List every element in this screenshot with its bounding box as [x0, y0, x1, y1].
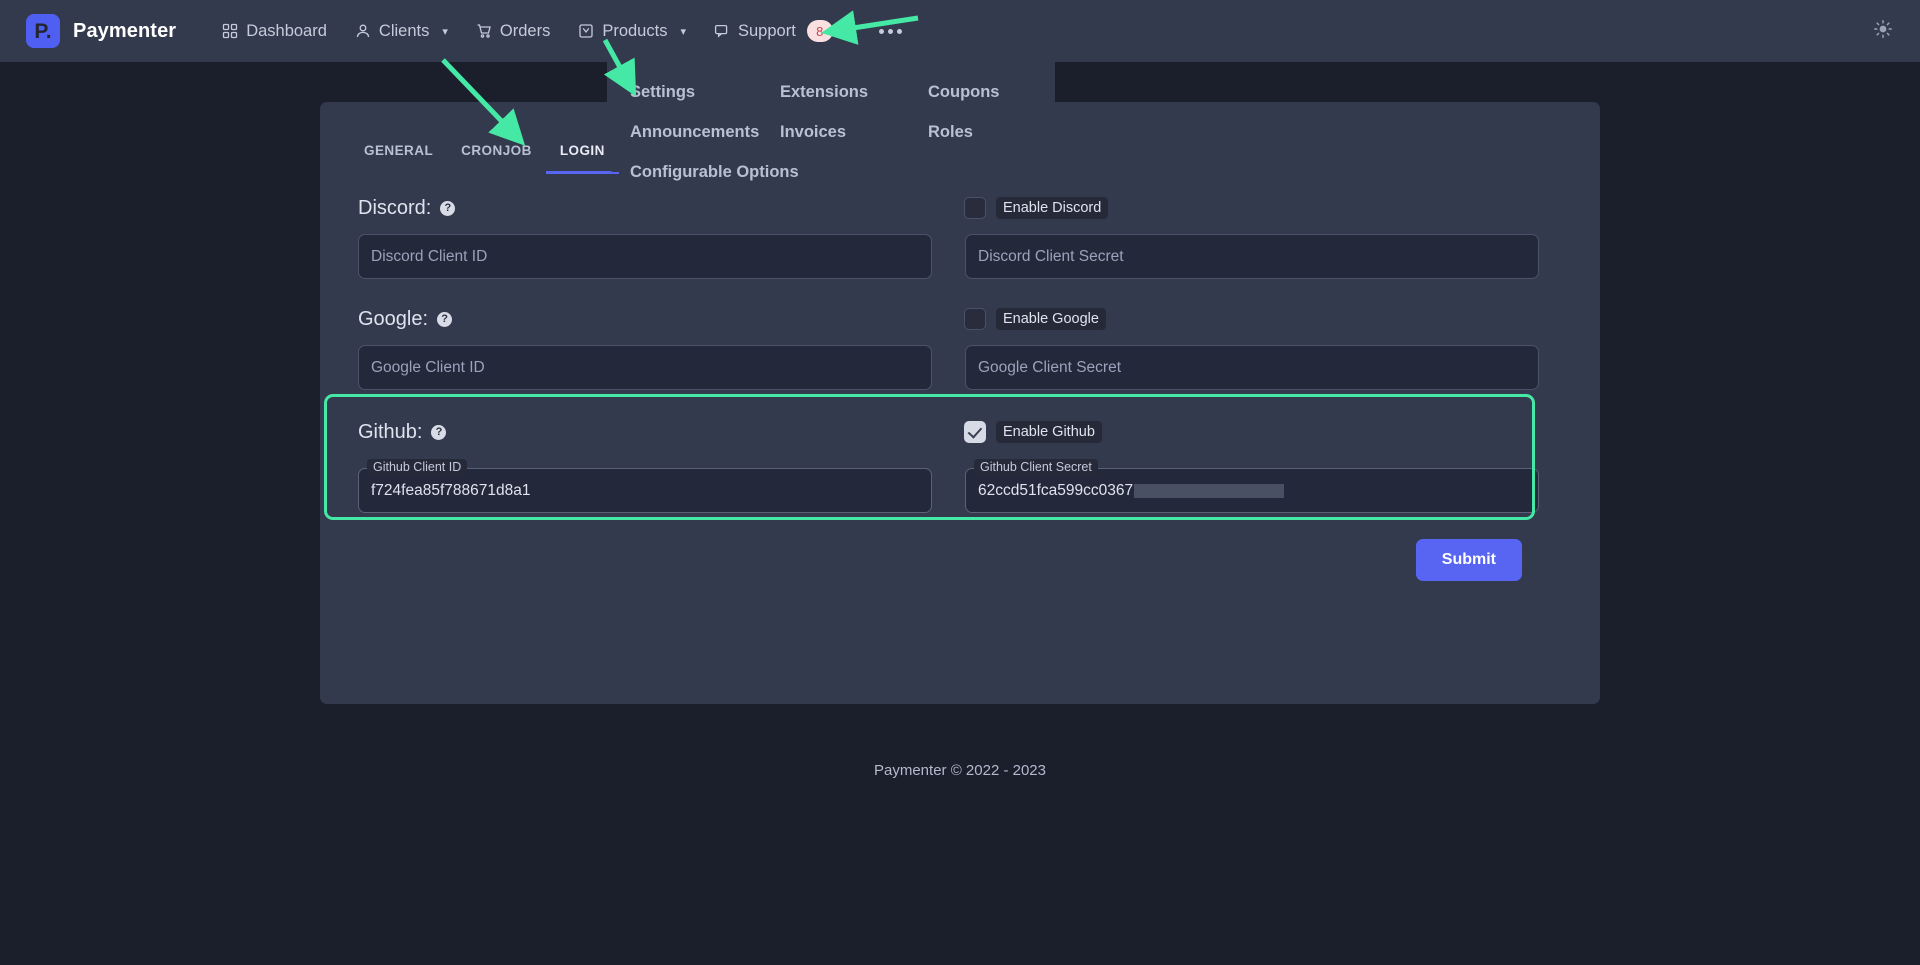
enable-google-checkbox[interactable]	[964, 308, 986, 330]
google-client-id-input[interactable]: Google Client ID	[358, 345, 932, 390]
enable-google-label: Enable Google	[996, 308, 1106, 330]
user-icon	[355, 23, 371, 39]
enable-discord-control[interactable]: Enable Discord	[964, 197, 1109, 219]
brand-name: Paymenter	[73, 19, 177, 42]
settings-card: GENERAL CRONJOB LOGIN MAIL Discord: ? En…	[320, 102, 1600, 704]
menu-item-configurable-options[interactable]: Configurable Options	[621, 152, 919, 192]
submit-row: Submit	[358, 513, 1562, 581]
google-inputs-row: Google Client ID Google Client Secret	[358, 345, 1562, 390]
more-menu-button[interactable]	[865, 0, 916, 62]
page-body: GENERAL CRONJOB LOGIN MAIL Discord: ? En…	[0, 62, 1920, 965]
discord-client-secret-field: Discord Client Secret	[965, 234, 1539, 279]
google-title: Google: ?	[358, 308, 964, 331]
discord-section: Discord: ? Enable Discord Discord Client…	[358, 184, 1562, 279]
enable-google-control[interactable]: Enable Google	[964, 308, 1106, 330]
github-inputs-row: Github Client ID f724fea85f788671d8a1 Gi…	[358, 459, 1562, 513]
nav-item-clients[interactable]: Clients ▾	[341, 0, 462, 62]
dot-icon	[888, 28, 894, 34]
discord-client-id-input[interactable]: Discord Client ID	[358, 234, 932, 279]
dot-icon	[879, 28, 885, 34]
chat-icon	[714, 23, 730, 39]
google-header-row: Google: ? Enable Google	[358, 295, 1562, 343]
redaction-block	[1134, 483, 1285, 498]
discord-title-label: Discord:	[358, 196, 432, 219]
github-title: Github: ?	[358, 421, 964, 444]
github-client-secret-legend: Github Client Secret	[974, 459, 1098, 475]
cart-icon	[476, 23, 492, 39]
sun-icon	[1873, 19, 1893, 44]
question-icon[interactable]: ?	[440, 200, 456, 216]
discord-header-row: Discord: ? Enable Discord	[358, 184, 1562, 232]
enable-github-control[interactable]: Enable Github	[964, 421, 1102, 443]
nav-item-dashboard[interactable]: Dashboard	[208, 0, 341, 62]
menu-item-roles[interactable]: Roles	[919, 112, 1055, 152]
chevron-down-icon: ▾	[680, 25, 686, 38]
discord-client-id-field: Discord Client ID	[358, 234, 932, 279]
nav-items: Dashboard Clients ▾ Orders Products ▾ Su…	[208, 0, 916, 62]
github-header-row: Github: ? Enable Github	[358, 408, 1562, 456]
nav-item-label: Clients	[378, 21, 430, 40]
menu-item-coupons[interactable]: Coupons	[919, 72, 1055, 112]
brand-logo[interactable]: P. Paymenter	[26, 14, 176, 48]
nav-item-label: Products	[602, 21, 668, 40]
question-icon[interactable]: ?	[437, 311, 453, 327]
enable-github-checkbox[interactable]	[964, 421, 986, 443]
github-section: Github: ? Enable Github Github Client ID…	[324, 394, 1562, 520]
tag-icon	[578, 23, 594, 39]
github-client-secret-field: Github Client Secret 62ccd51fca599cc0367	[965, 459, 1539, 513]
login-settings-form: Discord: ? Enable Discord Discord Client…	[320, 174, 1600, 581]
discord-inputs-row: Discord Client ID Discord Client Secret	[358, 234, 1562, 279]
google-section: Google: ? Enable Google Google Client ID…	[358, 295, 1562, 390]
paymenter-logo-icon: P.	[26, 14, 60, 48]
grid-icon	[222, 23, 238, 39]
menu-item-invoices[interactable]: Invoices	[771, 112, 919, 152]
dot-icon	[897, 28, 903, 34]
top-navbar: P. Paymenter Dashboard Clients ▾ Orders …	[0, 0, 1920, 62]
submit-button[interactable]: Submit	[1415, 539, 1522, 581]
github-client-id-legend: Github Client ID	[367, 459, 468, 475]
google-title-label: Google:	[358, 307, 429, 330]
enable-discord-checkbox[interactable]	[964, 197, 986, 219]
github-title-label: Github:	[358, 420, 423, 443]
question-icon[interactable]: ?	[431, 424, 447, 440]
google-client-id-field: Google Client ID	[358, 345, 932, 390]
nav-item-label: Orders	[499, 21, 551, 40]
theme-toggle-button[interactable]	[1868, 16, 1898, 46]
nav-item-products[interactable]: Products ▾	[564, 0, 700, 62]
enable-github-label: Enable Github	[996, 421, 1102, 443]
menu-item-extensions[interactable]: Extensions	[771, 72, 919, 112]
chevron-down-icon: ▾	[442, 25, 448, 38]
support-badge: 8	[806, 20, 833, 42]
tab-cronjob[interactable]: CRONJOB	[447, 143, 546, 174]
discord-client-secret-input[interactable]: Discord Client Secret	[965, 234, 1539, 279]
menu-item-settings[interactable]: Settings	[621, 72, 771, 112]
github-client-id-field: Github Client ID f724fea85f788671d8a1	[358, 459, 932, 513]
nav-item-orders[interactable]: Orders	[462, 0, 564, 62]
discord-title: Discord: ?	[358, 197, 964, 220]
footer-copyright: Paymenter © 2022 - 2023	[874, 762, 1046, 779]
google-client-secret-field: Google Client Secret	[965, 345, 1539, 390]
admin-dropdown-menu: Settings Extensions Coupons Announcement…	[607, 62, 1055, 181]
chevron-down-icon: ▾	[845, 25, 852, 38]
tab-general[interactable]: GENERAL	[350, 143, 447, 174]
google-client-secret-input[interactable]: Google Client Secret	[965, 345, 1539, 390]
github-client-secret-value: 62ccd51fca599cc0367	[978, 481, 1134, 499]
menu-item-announcements[interactable]: Announcements	[621, 112, 771, 152]
nav-item-label: Support	[737, 21, 796, 40]
nav-item-support[interactable]: Support 8 ▾	[700, 0, 865, 62]
enable-discord-label: Enable Discord	[996, 197, 1109, 219]
nav-item-label: Dashboard	[246, 21, 327, 40]
